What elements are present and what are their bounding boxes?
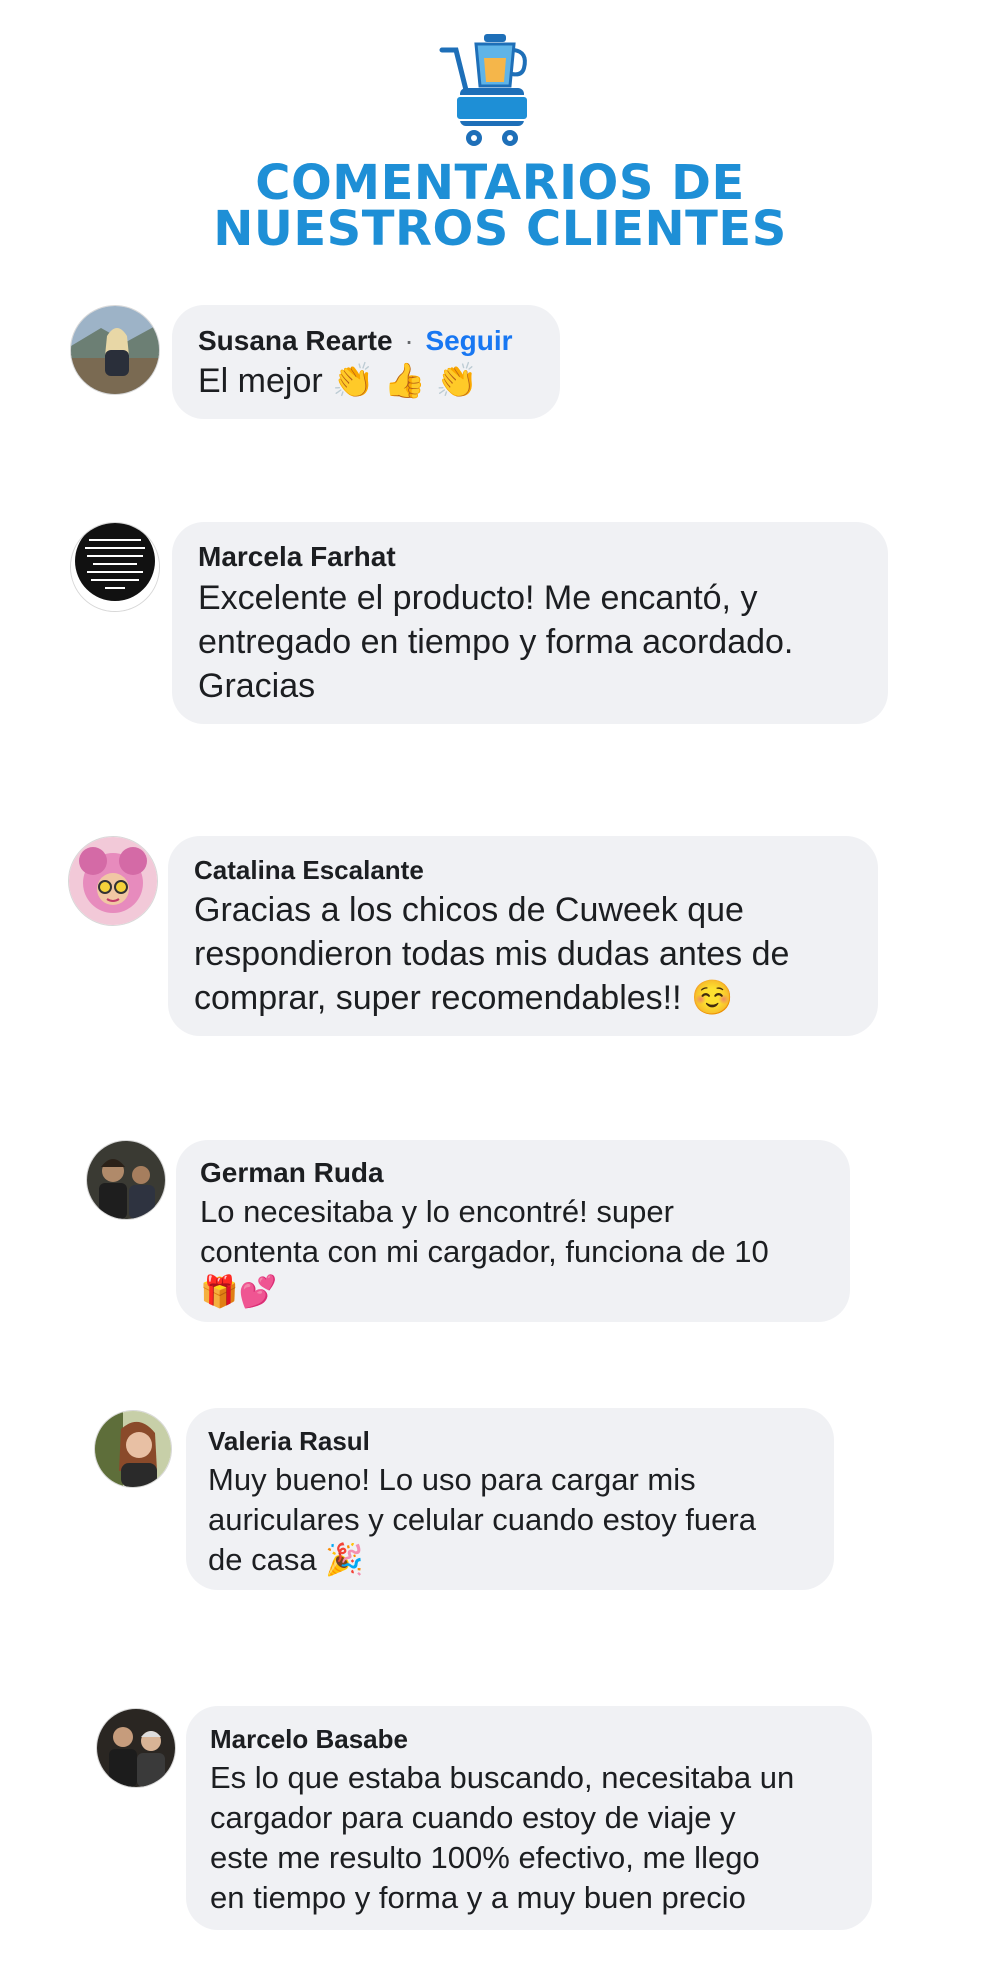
follow-link[interactable]: Seguir: [425, 325, 512, 356]
brand-logo: [438, 28, 540, 150]
avatar[interactable]: [86, 1140, 166, 1220]
comment-bubble: Susana Rearte · Seguir El mejor 👏 👍 👏: [172, 305, 560, 419]
comment-bubble: Marcelo Basabe Es lo que estaba buscando…: [186, 1706, 872, 1930]
comment-text-line: de casa 🎉: [208, 1542, 364, 1577]
comment-bubble: Catalina Escalante Gracias a los chicos …: [168, 836, 878, 1036]
avatar[interactable]: [96, 1708, 176, 1788]
comment-text-line: entregado en tiempo y forma acordado.: [198, 623, 794, 661]
avatar[interactable]: [70, 522, 160, 612]
comment-author-row: Susana Rearte · Seguir: [198, 323, 534, 359]
comment-text-line: en tiempo y forma y a muy buen precio: [210, 1880, 746, 1915]
comment-text-line: comprar, super recomendables!! ☺️: [194, 979, 734, 1017]
comment-text-line: Lo necesitaba y lo encontré! super: [200, 1194, 674, 1229]
comment-bubble: Marcela Farhat Excelente el producto! Me…: [172, 522, 888, 724]
comment-text-line: 🎁💕: [200, 1274, 278, 1309]
comment-bubble: German Ruda Lo necesitaba y lo encontré!…: [176, 1140, 850, 1322]
comment-text-line: Gracias: [198, 667, 316, 705]
comment-text-line: contenta con mi cargador, funciona de 10: [200, 1234, 769, 1269]
comment-author[interactable]: Marcela Farhat: [198, 538, 862, 576]
separator-dot: ·: [404, 325, 414, 356]
comment-author[interactable]: German Ruda: [200, 1154, 826, 1192]
comment-author[interactable]: Catalina Escalante: [194, 852, 852, 888]
comment-text-line: este me resulto 100% efectivo, me llego: [210, 1840, 760, 1875]
avatar[interactable]: [70, 305, 160, 395]
comment-author[interactable]: Valeria Rasul: [208, 1422, 812, 1460]
avatar[interactable]: [94, 1410, 172, 1488]
comment-text-line: cargador para cuando estoy de viaje y: [210, 1800, 736, 1835]
comment-author[interactable]: Susana Rearte: [198, 325, 393, 356]
comment-text-line: respondieron todas mis dudas antes de: [194, 935, 790, 973]
comment-text-line: Muy bueno! Lo uso para cargar mis: [208, 1462, 696, 1497]
page-title-line-1: COMENTARIOS DE: [255, 155, 745, 211]
avatar[interactable]: [68, 836, 158, 926]
page-title: COMENTARIOS DE NUESTROS CLIENTES: [0, 155, 1000, 257]
page-title-line-2: NUESTROS CLIENTES: [213, 201, 787, 257]
comment-author[interactable]: Marcelo Basabe: [210, 1720, 848, 1758]
comment-text: El mejor 👏 👍 👏: [198, 362, 479, 400]
comment-text-line: Es lo que estaba buscando, necesitaba un: [210, 1760, 795, 1795]
comment-text-line: Excelente el producto! Me encantó, y: [198, 579, 758, 617]
comment-text-line: auriculares y celular cuando estoy fuera: [208, 1502, 756, 1537]
comment-bubble: Valeria Rasul Muy bueno! Lo uso para car…: [186, 1408, 834, 1590]
comment-text-line: Gracias a los chicos de Cuweek que: [194, 891, 744, 929]
